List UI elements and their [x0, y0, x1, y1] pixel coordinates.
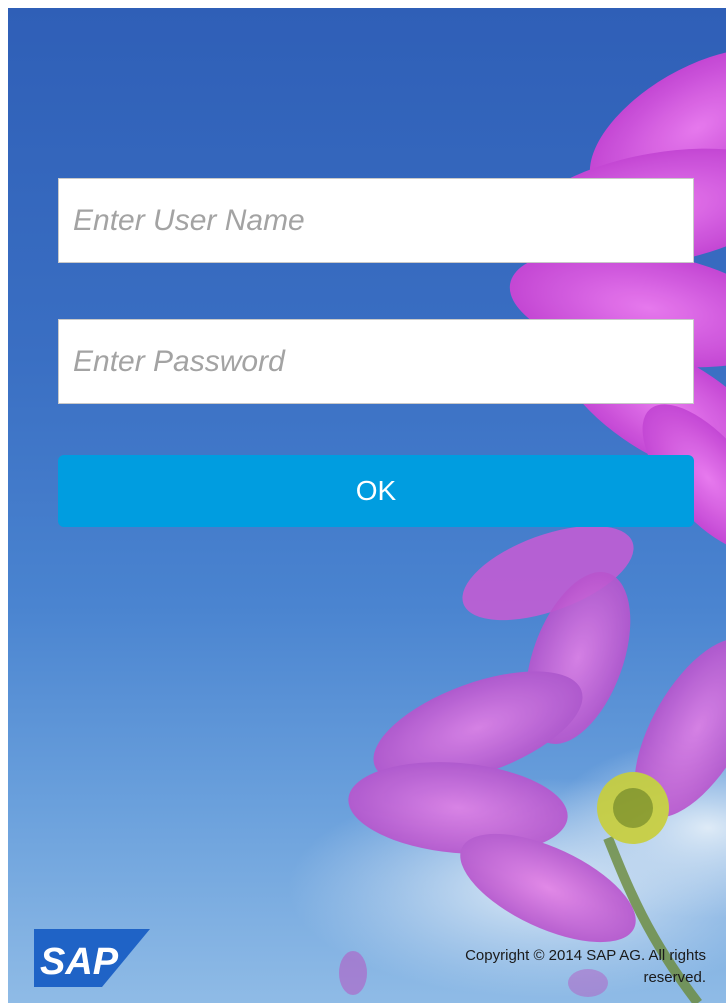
password-input[interactable] [58, 319, 694, 404]
copyright-text: Copyright © 2014 SAP AG. All rights rese… [465, 947, 706, 986]
footer: SAP Copyright © 2014 SAP AG. All rights … [8, 923, 726, 1003]
username-input[interactable] [58, 178, 694, 263]
sap-logo: SAP [34, 929, 150, 987]
svg-text:SAP: SAP [40, 941, 119, 983]
login-form: OK [58, 178, 694, 527]
login-screen: OK SAP Copyright © 2014 SAP AG. All righ… [8, 8, 726, 1003]
ok-button[interactable]: OK [58, 455, 694, 527]
